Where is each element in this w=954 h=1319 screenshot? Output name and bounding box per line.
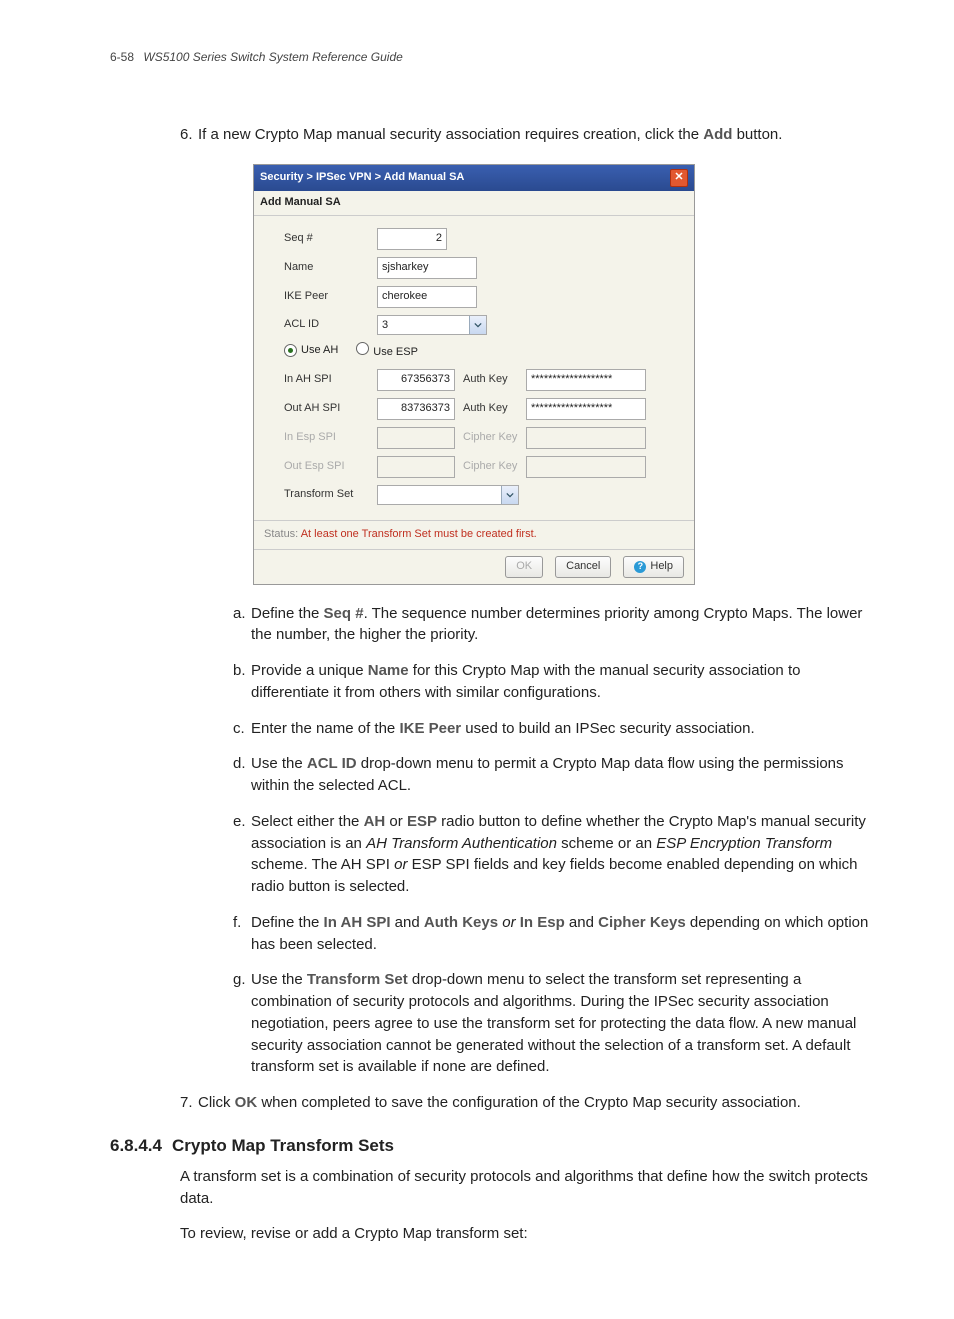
add-manual-sa-dialog: Security > IPSec VPN > Add Manual SA ✕ A… xyxy=(253,164,695,585)
section-heading: 6.8.4.4 Crypto Map Transform Sets xyxy=(110,1136,874,1156)
chevron-down-icon[interactable] xyxy=(469,316,486,334)
use-ah-radio[interactable]: Use AH xyxy=(284,343,338,359)
ike-peer-input[interactable]: cherokee xyxy=(377,286,477,308)
name-input[interactable]: sjsharkey xyxy=(377,257,477,279)
out-ah-spi-label: Out AH SPI xyxy=(284,401,369,417)
status-message: At least one Transform Set must be creat… xyxy=(301,528,537,540)
transform-set-select[interactable] xyxy=(377,485,519,505)
in-ah-auth-key-input[interactable]: ******************* xyxy=(526,369,646,391)
cancel-button[interactable]: Cancel xyxy=(555,556,611,578)
in-esp-cipher-key-input xyxy=(526,427,646,449)
out-esp-spi-label: Out Esp SPI xyxy=(284,459,369,475)
substep-g: Use the Transform Set drop-down menu to … xyxy=(233,969,874,1078)
cipher-key-label-1: Cipher Key xyxy=(463,430,518,446)
transform-set-label: Transform Set xyxy=(284,487,369,503)
acl-id-label: ACL ID xyxy=(284,317,369,333)
dialog-breadcrumb: Security > IPSec VPN > Add Manual SA xyxy=(260,170,464,186)
auth-key-label-2: Auth Key xyxy=(463,401,518,417)
out-esp-cipher-key-input xyxy=(526,456,646,478)
in-ah-spi-label: In AH SPI xyxy=(284,372,369,388)
chevron-down-icon[interactable] xyxy=(501,486,518,504)
dialog-titlebar: Security > IPSec VPN > Add Manual SA ✕ xyxy=(254,165,694,191)
seq-input[interactable]: 2 xyxy=(377,228,447,250)
out-ah-spi-input[interactable]: 83736373 xyxy=(377,398,455,420)
substep-d: Use the ACL ID drop-down menu to permit … xyxy=(233,753,874,797)
acl-id-select[interactable]: 3 xyxy=(377,315,487,335)
use-esp-radio[interactable]: Use ESP xyxy=(356,342,418,361)
substep-e: Select either the AH or ESP radio button… xyxy=(233,811,874,898)
out-esp-spi-input xyxy=(377,456,455,478)
step-6: If a new Crypto Map manual security asso… xyxy=(180,124,874,1078)
help-button[interactable]: ?Help xyxy=(623,556,684,578)
running-header: 6-58 WS5100 Series Switch System Referen… xyxy=(110,50,874,64)
substep-f: Define the In AH SPI and Auth Keys or In… xyxy=(233,912,874,956)
substep-c: Enter the name of the IKE Peer used to b… xyxy=(233,718,874,740)
cipher-key-label-2: Cipher Key xyxy=(463,459,518,475)
doc-title: WS5100 Series Switch System Reference Gu… xyxy=(143,50,402,64)
section-number: 6.8.4.4 xyxy=(110,1136,162,1156)
seq-label: Seq # xyxy=(284,231,369,247)
substep-a: Define the Seq #. The sequence number de… xyxy=(233,603,874,647)
status-row: Status: At least one Transform Set must … xyxy=(254,520,694,549)
substep-b: Provide a unique Name for this Crypto Ma… xyxy=(233,660,874,704)
section-para-1: A transform set is a combination of secu… xyxy=(180,1166,874,1210)
out-ah-auth-key-input[interactable]: ******************* xyxy=(526,398,646,420)
in-ah-spi-input[interactable]: 67356373 xyxy=(377,369,455,391)
dialog-section-title: Add Manual SA xyxy=(254,191,694,216)
step-7: Click OK when completed to save the conf… xyxy=(180,1092,874,1114)
page-number: 6-58 xyxy=(110,50,134,64)
section-para-2: To review, revise or add a Crypto Map tr… xyxy=(180,1223,874,1245)
in-esp-spi-input xyxy=(377,427,455,449)
section-title: Crypto Map Transform Sets xyxy=(172,1136,394,1156)
add-term: Add xyxy=(703,126,732,143)
close-icon[interactable]: ✕ xyxy=(670,169,688,187)
ike-peer-label: IKE Peer xyxy=(284,289,369,305)
auth-key-label-1: Auth Key xyxy=(463,372,518,388)
help-icon: ? xyxy=(634,561,646,573)
ok-button[interactable]: OK xyxy=(505,556,543,578)
status-label: Status: xyxy=(264,528,298,540)
in-esp-spi-label: In Esp SPI xyxy=(284,430,369,446)
name-label: Name xyxy=(284,260,369,276)
